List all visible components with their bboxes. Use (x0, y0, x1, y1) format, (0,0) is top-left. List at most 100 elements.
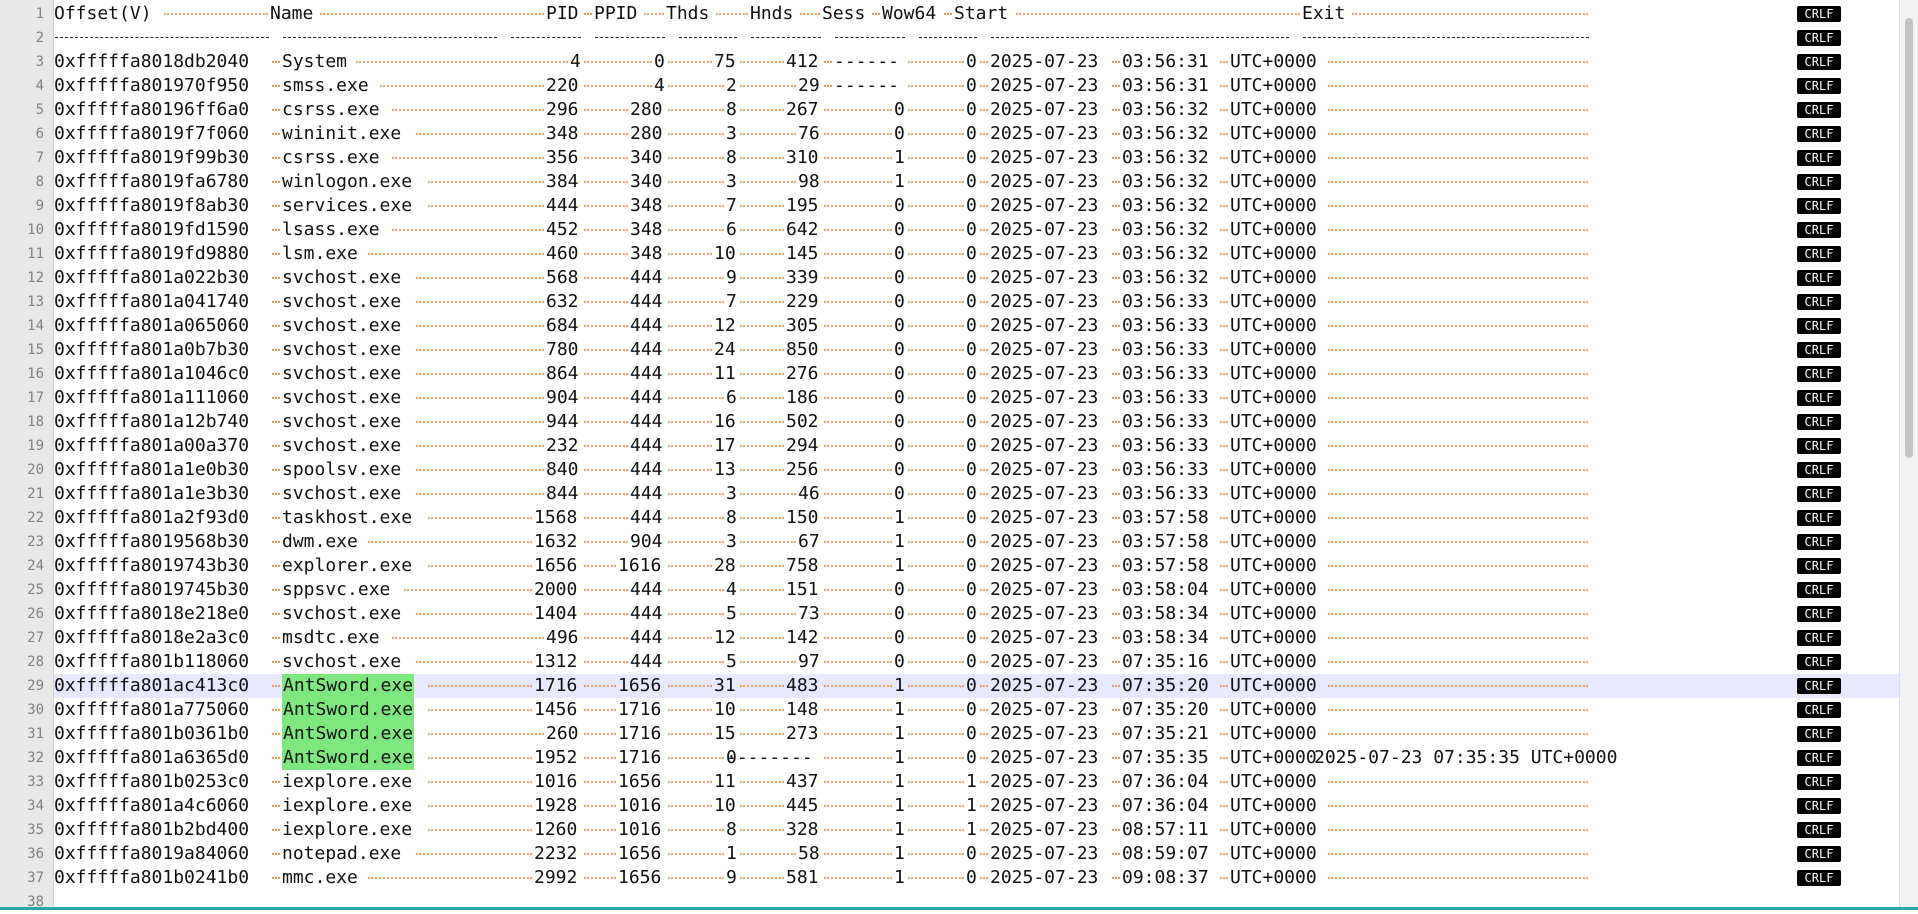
process-row[interactable]: 33 0xfffffa801b0253c0 iexplore.exe 1016 1656… (27, 770, 1900, 794)
editor-line[interactable]: 38 (27, 890, 1900, 914)
process-row[interactable]: 18 0xfffffa801a12b740 svchost.exe 944 444 16 5… (27, 410, 1900, 434)
wow64-cell: 0 (966, 651, 977, 672)
process-row[interactable]: 11 0xfffffa8019fd9880 lsm.exe 460 348 10 145 0 0… (27, 242, 1900, 266)
whitespace-marker (416, 469, 544, 471)
eol-crlf-marker: CRLF (1797, 606, 1841, 622)
start-time-cell: 03:56:33 (1122, 411, 1209, 432)
process-row[interactable]: 17 0xfffffa801a111060 svchost.exe 904 444 6 18… (27, 386, 1900, 410)
process-row[interactable]: 7 0xfffffa8019f99b30 csrss.exe 356 340 8 310 1 0… (36, 146, 1900, 170)
whitespace-marker (1328, 829, 1588, 831)
wow64-cell: 0 (966, 603, 977, 624)
process-name-cell: AntSword.exe (282, 746, 415, 770)
start-tz-cell: UTC+0000 (1230, 267, 1317, 288)
scrollbar-thumb[interactable] (1905, 18, 1913, 458)
process-row[interactable]: 30 0xfffffa801a775060 AntSword.exe 1456 1716… (27, 698, 1900, 722)
column-header-start: Start (954, 3, 1009, 24)
whitespace-marker (1328, 781, 1588, 783)
whitespace-marker (980, 349, 988, 351)
whitespace-marker (824, 661, 892, 663)
process-row[interactable]: 23 0xfffffa8019568b30 dwm.exe 1632 904 3 67 1 0 2… (27, 530, 1900, 554)
process-row[interactable]: 14 0xfffffa801a065060 svchost.exe 684 444 12 3… (27, 314, 1900, 338)
process-row[interactable]: 5 0xfffffa80196ff6a0 csrss.exe 296 280 8 267 0 0… (36, 98, 1900, 122)
whitespace-marker (908, 85, 964, 87)
line-number: 5 (35, 102, 44, 118)
whitespace-marker (824, 613, 892, 615)
editor-line[interactable]: 1 Offset(V) Name PID PPID Thds Hnds Sess Wow64 St… (36, 2, 1900, 26)
process-row[interactable]: 29 0xfffffa801ac413c0 AntSword.exe 1716 1656… (27, 674, 1900, 698)
handles-cell: 151 (786, 579, 819, 600)
process-row[interactable]: 27 0xfffffa8018e2a3c0 msdtc.exe 496 444 12 142… (27, 626, 1900, 650)
vertical-scrollbar[interactable] (1899, 0, 1918, 910)
start-date-cell: 2025-07-23 (990, 675, 1099, 696)
process-row[interactable]: 15 0xfffffa801a0b7b30 svchost.exe 780 444 24 8… (27, 338, 1900, 362)
start-tz-cell: UTC+0000 (1230, 555, 1317, 576)
whitespace-marker (1328, 685, 1588, 687)
start-tz-cell: UTC+0000 (1230, 651, 1317, 672)
process-row[interactable]: 31 0xfffffa801b0361b0 AntSword.exe 260 1716 1… (27, 722, 1900, 746)
whitespace-marker (668, 373, 712, 375)
whitespace-marker (980, 661, 988, 663)
line-number: 32 (27, 750, 44, 766)
start-tz-cell: UTC+0000 (1230, 123, 1317, 144)
header-separator-segment (835, 37, 905, 38)
process-row[interactable]: 21 0xfffffa801a1e3b30 svchost.exe 844 444 3 46… (27, 482, 1900, 506)
process-row[interactable]: 8 0xfffffa8019fa6780 winlogon.exe 384 340 3 98… (36, 170, 1900, 194)
session-cell: 1 (894, 771, 905, 792)
process-row[interactable]: 32 0xfffffa801a6365d0 AntSword.exe 1952 1716… (27, 746, 1900, 770)
process-row[interactable]: 10 0xfffffa8019fd1590 lsass.exe 452 348 6 642 0… (27, 218, 1900, 242)
start-tz-cell: UTC+0000 (1230, 819, 1317, 840)
start-tz-cell: UTC+0000 (1230, 867, 1317, 888)
whitespace-marker (584, 397, 628, 399)
whitespace-marker (584, 781, 616, 783)
process-row[interactable]: 22 0xfffffa801a2f93d0 taskhost.exe 1568 444 8… (27, 506, 1900, 530)
editor-line[interactable]: 2 CRLF (36, 26, 1900, 50)
whitespace-marker (740, 373, 784, 375)
whitespace-marker (668, 253, 712, 255)
session-cell: 1 (894, 507, 905, 528)
process-row[interactable]: 19 0xfffffa801a00a370 svchost.exe 232 444 17 2… (27, 434, 1900, 458)
whitespace-marker (272, 733, 280, 735)
whitespace-marker (740, 613, 796, 615)
whitespace-marker (668, 469, 712, 471)
whitespace-marker (1220, 397, 1228, 399)
process-name-cell: AntSword.exe (282, 698, 415, 722)
whitespace-marker (584, 685, 616, 687)
handles-cell: 46 (798, 483, 820, 504)
process-row[interactable]: 24 0xfffffa8019743b30 explorer.exe 1656 1616… (27, 554, 1900, 578)
process-row[interactable]: 20 0xfffffa801a1e0b30 spoolsv.exe 840 444 13 2… (27, 458, 1900, 482)
process-row[interactable]: 28 0xfffffa801b118060 svchost.exe 1312 444 5 9… (27, 650, 1900, 674)
process-row[interactable]: 4 0xfffffa801970f950 smss.exe 220 4 2 29 ------… (36, 74, 1900, 98)
pid-cell: 1656 (534, 555, 578, 576)
start-date-cell: 2025-07-23 (990, 411, 1099, 432)
process-row[interactable]: 36 0xfffffa8019a84060 notepad.exe 2232 1656 1… (27, 842, 1900, 866)
line-number: 17 (27, 390, 44, 406)
whitespace-marker (1112, 733, 1120, 735)
process-name-cell: services.exe (282, 195, 413, 216)
process-row[interactable]: 35 0xfffffa801b2bd400 iexplore.exe 1260 1016… (27, 818, 1900, 842)
text-area[interactable]: 1 Offset(V) Name PID PPID Thds Hnds Sess Wow64 St… (27, 0, 1900, 910)
wow64-cell: 0 (966, 867, 977, 888)
process-row[interactable]: 12 0xfffffa801a022b30 svchost.exe 568 444 9 33… (27, 266, 1900, 290)
process-row[interactable]: 34 0xfffffa801a4c6060 iexplore.exe 1928 1016… (27, 794, 1900, 818)
whitespace-marker (272, 613, 280, 615)
ppid-cell: 1656 (618, 867, 662, 888)
pid-cell: 1016 (534, 771, 578, 792)
process-row[interactable]: 6 0xfffffa8019f7f060 wininit.exe 348 280 3 76 0… (36, 122, 1900, 146)
process-row[interactable]: 37 0xfffffa801b0241b0 mmc.exe 2992 1656 9 581 1… (27, 866, 1900, 890)
process-row[interactable]: 16 0xfffffa801a1046c0 svchost.exe 864 444 11 2… (27, 362, 1900, 386)
session-cell: 0 (894, 315, 905, 336)
process-row[interactable]: 3 0xfffffa8018db2040 System 4 0 75 412 ------ 0 2… (36, 50, 1900, 74)
process-row[interactable]: 25 0xfffffa8019745b30 sppsvc.exe 2000 444 4 15… (27, 578, 1900, 602)
whitespace-marker (908, 805, 964, 807)
process-row[interactable]: 26 0xfffffa8018e218e0 svchost.exe 1404 444 5 7… (27, 602, 1900, 626)
text-editor[interactable]: 1 Offset(V) Name PID PPID Thds Hnds Sess Wow64 St… (0, 0, 1918, 910)
whitespace-marker (272, 85, 280, 87)
threads-cell: 15 (714, 723, 736, 744)
whitespace-marker (668, 565, 712, 567)
process-row[interactable]: 9 0xfffffa8019f8ab30 services.exe 444 348 7 19… (36, 194, 1900, 218)
threads-cell: 6 (726, 387, 737, 408)
process-row[interactable]: 13 0xfffffa801a041740 svchost.exe 632 444 7 22… (27, 290, 1900, 314)
whitespace-marker (272, 637, 280, 639)
process-name-cell: notepad.exe (282, 843, 402, 864)
threads-cell: 31 (714, 675, 736, 696)
